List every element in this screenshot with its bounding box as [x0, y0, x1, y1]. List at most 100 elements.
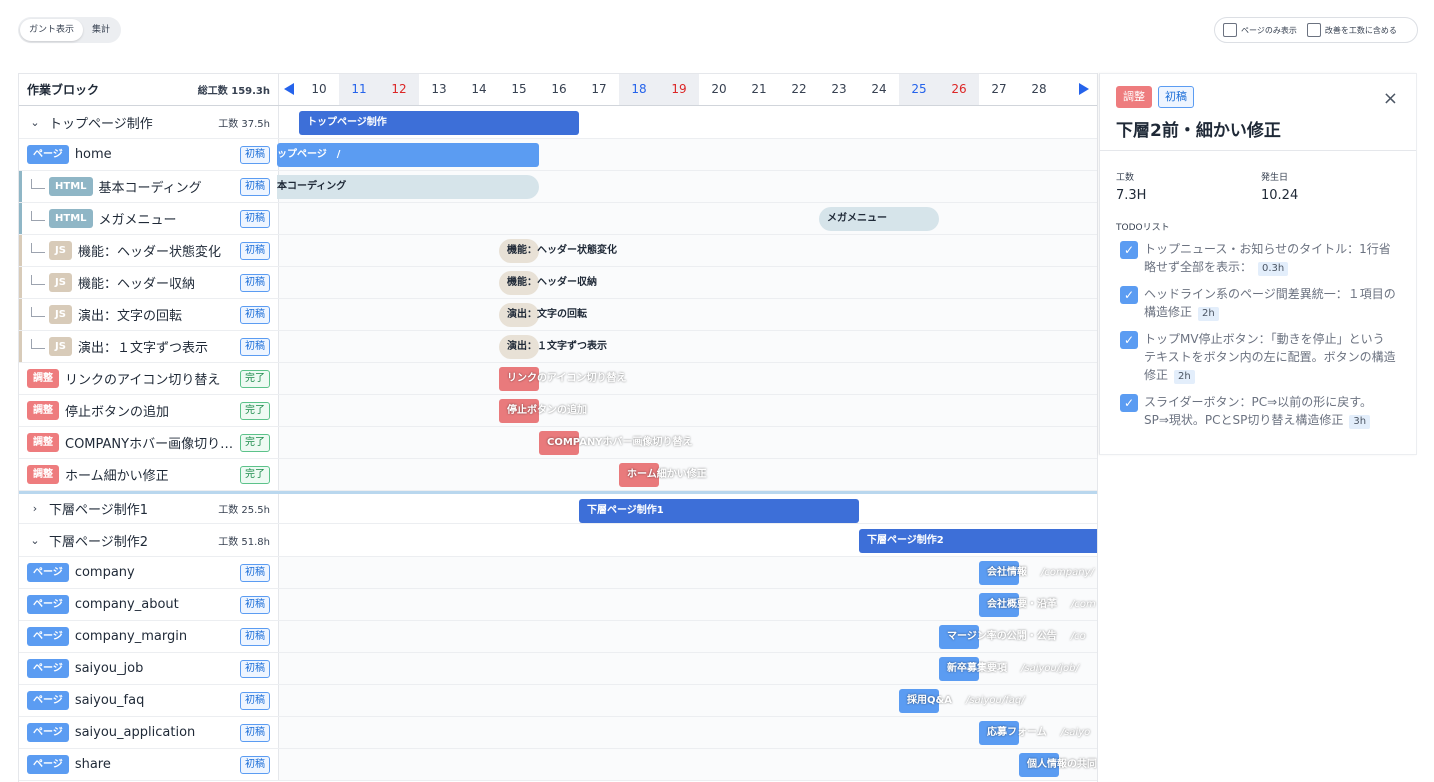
table-row[interactable]: ページ company_margin 初稿 マージン率の公開・公告/co	[19, 621, 1097, 653]
detail-panel: 調整 初稿 × 下層2前・細かい修正 工数 7.3H 発生日 10.24 TOD…	[1099, 73, 1417, 455]
task-bar[interactable]: マージン率の公開・公告/co	[939, 625, 1086, 649]
table-row[interactable]: HTML メガメニュー 初稿 メガメニュー	[19, 203, 1097, 235]
task-bar[interactable]: 個人情報の共同	[1019, 753, 1097, 777]
task-bar[interactable]: 停止ボタンの追加	[499, 399, 587, 423]
status-badge: 初稿	[240, 305, 270, 324]
status-badge: 初稿	[240, 337, 270, 356]
task-bar[interactable]: ップページ /	[277, 143, 539, 167]
page-tag: ページ	[27, 723, 69, 742]
task-bar[interactable]: 採用Q&A/saiyou/faq/	[899, 689, 1025, 713]
include-revisions-checkbox[interactable]	[1306, 23, 1321, 37]
task-bar[interactable]: 応募フォーム/saiyo	[979, 721, 1090, 745]
page-tag: ページ	[27, 563, 69, 582]
task-bar[interactable]: 本コーディング	[277, 175, 539, 199]
pages-only-label: ページのみ表示	[1241, 25, 1297, 35]
chevron-down-icon[interactable]: ⌄	[27, 534, 43, 547]
table-row[interactable]: 調整 停止ボタンの追加 完了 停止ボタンの追加	[19, 395, 1097, 427]
table-row[interactable]: ページ home 初稿 ップページ /	[19, 139, 1097, 171]
todo-checkbox[interactable]: ✓	[1120, 241, 1138, 259]
task-bar[interactable]: リンクのアイコン切り替え	[499, 367, 627, 391]
todo-item: ✓ スライダーボタン：PC⇒以前の形に戻す。SP⇒現状。PCとSP切り替え構造修…	[1120, 393, 1396, 429]
js-accent	[19, 331, 22, 362]
pages-only-checkbox[interactable]	[1223, 23, 1237, 37]
task-bar[interactable]: 演出：１文字ずつ表示	[499, 335, 607, 359]
status-badge: 初稿	[240, 145, 270, 164]
item-name: 基本コーディング	[98, 181, 202, 196]
table-row[interactable]: 調整 リンクのアイコン切り替え 完了 リンクのアイコン切り替え	[19, 363, 1097, 395]
js-tag: JS	[49, 337, 72, 356]
tree-line	[31, 338, 45, 349]
item-name: 機能：ヘッダー状態変化	[77, 245, 221, 260]
page-tag: ページ	[27, 627, 69, 646]
adjust-tag: 調整	[27, 401, 59, 420]
group-bar[interactable]: 下層ページ制作2	[859, 529, 1097, 553]
todo-title: TODOリスト	[1116, 223, 1170, 233]
day-cell: 10	[311, 82, 327, 96]
group-hours: 工数 51.8h	[218, 536, 270, 548]
table-row[interactable]: JS 機能：ヘッダー状態変化 初稿 機能：ヘッダー状態変化	[19, 235, 1097, 267]
status-badge: 初稿	[240, 177, 270, 196]
status-badge: 初稿	[240, 241, 270, 260]
group-bar[interactable]: 下層ページ制作1	[579, 499, 859, 523]
todo-checkbox[interactable]: ✓	[1120, 331, 1138, 349]
item-name: 機能：ヘッダー収納	[77, 277, 195, 292]
table-row[interactable]: 調整 COMPANYホバー画像切り… 完了 COMPANYホバー画像切り替え	[19, 427, 1097, 459]
table-row[interactable]: ページ company 初稿 会社情報/company/	[19, 557, 1097, 589]
table-row[interactable]: ページ saiyou_application 初稿 応募フォーム/saiyo	[19, 717, 1097, 749]
group-name: トップページ制作	[49, 116, 153, 132]
task-bar[interactable]: ホーム細かい修正	[619, 463, 707, 487]
page-tag: ページ	[27, 691, 69, 710]
table-row[interactable]: JS 演出：１文字ずつ表示 初稿 演出：１文字ずつ表示	[19, 331, 1097, 363]
group-row-top[interactable]: ⌄ トップページ制作 工数 37.5h トップページ制作	[19, 106, 1097, 139]
table-row[interactable]: ページ share 初稿 個人情報の共同	[19, 749, 1097, 781]
detail-title: 下層2前・細かい修正	[1116, 121, 1281, 141]
task-bar-label: 停止ボタンの追加	[507, 405, 587, 416]
gantt-rows: ⌄ トップページ制作 工数 37.5h トップページ制作 ページ home 初稿…	[19, 106, 1097, 781]
table-row[interactable]: ページ saiyou_faq 初稿 採用Q&A/saiyou/faq/	[19, 685, 1097, 717]
task-bar-label: COMPANYホバー画像切り替え	[547, 437, 693, 448]
chevron-right-icon[interactable]: ›	[27, 502, 43, 515]
prev-week-arrow-icon[interactable]	[284, 83, 294, 95]
table-row[interactable]: ページ saiyou_job 初稿 新卒募集要項/saiyou/job/	[19, 653, 1097, 685]
task-bar[interactable]: 機能：ヘッダー状態変化	[499, 239, 617, 263]
task-bar[interactable]: 機能：ヘッダー収納	[499, 271, 597, 295]
gantt-chart: 作業ブロック 総工数 159.3h 10 11 12 13 14 15 16 1…	[18, 73, 1098, 782]
pages-only-option[interactable]: ページのみ表示	[1223, 23, 1297, 37]
close-icon[interactable]: ×	[1383, 90, 1398, 108]
table-row[interactable]: JS 機能：ヘッダー収納 初稿 機能：ヘッダー収納	[19, 267, 1097, 299]
tab-summary[interactable]: 集計	[83, 19, 119, 41]
include-revisions-option[interactable]: 改善を工数に含める	[1306, 23, 1397, 37]
task-bar[interactable]: 演出：文字の回転	[499, 303, 587, 327]
todo-item: ✓ ヘッドライン系のページ間差異統一：１項目の構造修正 2h	[1120, 285, 1396, 321]
tab-gantt[interactable]: ガント表示	[20, 19, 84, 41]
day-cell: 26	[939, 74, 979, 105]
task-bar[interactable]: COMPANYホバー画像切り替え	[539, 431, 693, 455]
status-badge: 初稿	[240, 723, 270, 742]
todo-list: ✓ トップニュース・お知らせのタイトル：1行省略せず全部を表示： 0.3h ✓ ヘ…	[1120, 240, 1396, 438]
group-row-sub1[interactable]: › 下層ページ制作1 工数 25.5h 下層ページ制作1	[19, 491, 1097, 524]
next-week-arrow-icon[interactable]	[1079, 83, 1089, 95]
table-row[interactable]: JS 演出：文字の回転 初稿 演出：文字の回転	[19, 299, 1097, 331]
group-bar[interactable]: トップページ制作	[299, 111, 579, 135]
todo-checkbox[interactable]: ✓	[1120, 394, 1138, 412]
task-bar[interactable]: メガメニュー	[819, 207, 939, 231]
task-bar[interactable]: 会社情報/company/	[979, 561, 1094, 585]
adjust-tag: 調整	[27, 465, 59, 484]
tree-line	[31, 274, 45, 285]
task-bar[interactable]: 会社概要・沿革/com	[979, 593, 1096, 617]
status-badge: 初稿	[240, 691, 270, 710]
block-header-title: 作業ブロック	[27, 83, 100, 97]
table-row[interactable]: ページ company_about 初稿 会社概要・沿革/com	[19, 589, 1097, 621]
task-bar-label: 機能：ヘッダー状態変化	[507, 245, 617, 256]
table-row[interactable]: HTML 基本コーディング 初稿 本コーディング	[19, 171, 1097, 203]
group-hours: 工数 25.5h	[218, 505, 270, 516]
table-row[interactable]: 調整 ホーム細かい修正 完了 ホーム細かい修正	[19, 459, 1097, 491]
chevron-down-icon[interactable]: ⌄	[27, 116, 43, 129]
group-row-sub2[interactable]: ⌄ 下層ページ制作2 工数 51.8h 下層ページ制作2	[19, 524, 1097, 557]
task-bar-path: /saiyo	[1060, 727, 1091, 738]
todo-checkbox[interactable]: ✓	[1120, 286, 1138, 304]
day-cell: 18	[619, 74, 659, 105]
day-cell: 15	[511, 82, 527, 96]
task-bar[interactable]: 新卒募集要項/saiyou/job/	[939, 657, 1079, 681]
html-accent	[19, 203, 22, 234]
